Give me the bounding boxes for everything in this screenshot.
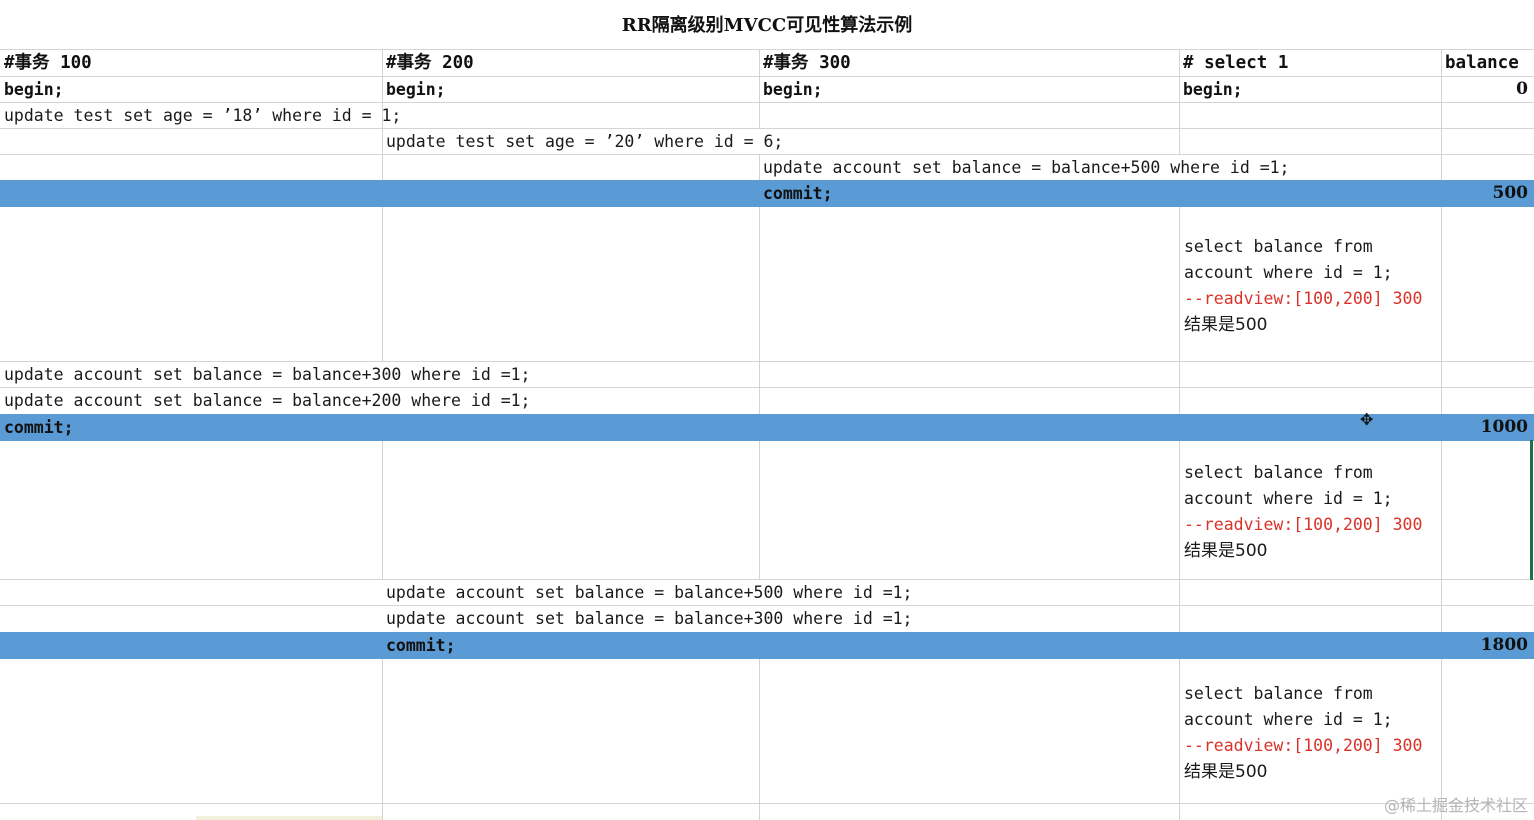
commit-band-t200 xyxy=(0,632,1534,659)
grid-col-line xyxy=(1441,441,1442,632)
grid-col-line xyxy=(759,659,760,820)
stmt-t100-commit[interactable]: commit; xyxy=(0,414,382,440)
stmt-t300-update-account[interactable]: update account set balance = balance+500… xyxy=(759,154,1441,180)
header-select[interactable]: # select 1 xyxy=(1179,50,1441,76)
select-sql-line: select balance from xyxy=(1184,684,1373,703)
select-block-2[interactable]: select balance from account where id = 1… xyxy=(1180,460,1440,564)
stmt-t100-update-test[interactable]: update test set age = ’18’ where id = 1; xyxy=(0,102,759,128)
select-sql-line: account where id = 1; xyxy=(1184,263,1393,282)
readview-comment: --readview:[100,200] 300 xyxy=(1184,515,1423,534)
select-block-1[interactable]: select balance from account where id = 1… xyxy=(1180,234,1440,338)
sheet-title: RR隔离级别MVCC可见性算法示例 xyxy=(0,0,1534,50)
select-sql-line: select balance from xyxy=(1184,463,1373,482)
select-sql-line: account where id = 1; xyxy=(1184,710,1393,729)
balance-cell-after-t100[interactable]: 1000 xyxy=(1441,414,1534,440)
header-txn-300[interactable]: #事务 300 xyxy=(759,50,1179,76)
move-cursor-icon: ✥ xyxy=(1360,410,1374,429)
begin-cell-t200[interactable]: begin; xyxy=(382,76,759,102)
grid-col-line xyxy=(382,659,383,820)
stmt-t200-update-test[interactable]: update test set age = ’20’ where id = 6; xyxy=(382,128,1179,154)
header-balance[interactable]: balance xyxy=(1441,50,1534,76)
spreadsheet: RR隔离级别MVCC可见性算法示例 #事务 100 #事务 200 #事务 30… xyxy=(0,0,1534,820)
stmt-t100-update-200[interactable]: update account set balance = balance+200… xyxy=(0,387,759,413)
balance-cell-after-t300[interactable]: 500 xyxy=(1441,180,1534,206)
select-sql-line: account where id = 1; xyxy=(1184,489,1393,508)
select-block-3[interactable]: select balance from account where id = 1… xyxy=(1180,681,1440,785)
grid-col-line xyxy=(759,207,760,414)
balance-cell-initial[interactable]: 0 xyxy=(1441,76,1534,102)
grid-col-line xyxy=(382,207,383,361)
stmt-t200-update-500[interactable]: update account set balance = balance+500… xyxy=(382,579,1179,605)
header-txn-100[interactable]: #事务 100 xyxy=(0,50,382,76)
select-result: 结果是500 xyxy=(1184,315,1268,335)
grid-col-line xyxy=(382,441,383,579)
select-result: 结果是500 xyxy=(1184,541,1268,561)
stmt-t200-commit[interactable]: commit; xyxy=(382,632,759,658)
grid-row-line xyxy=(0,803,1534,804)
grid-col-line xyxy=(759,441,760,579)
stmt-t300-commit[interactable]: commit; xyxy=(759,180,1179,206)
begin-cell-select[interactable]: begin; xyxy=(1179,76,1441,102)
readview-comment: --readview:[100,200] 300 xyxy=(1184,289,1423,308)
header-txn-200[interactable]: #事务 200 xyxy=(382,50,759,76)
select-result: 结果是500 xyxy=(1184,762,1268,782)
stmt-t200-update-300[interactable]: update account set balance = balance+300… xyxy=(382,605,1179,631)
readview-comment: --readview:[100,200] 300 xyxy=(1184,736,1423,755)
begin-cell-t100[interactable]: begin; xyxy=(0,76,382,102)
watermark: @稀土掘金技术社区 xyxy=(1383,796,1528,815)
begin-cell-t300[interactable]: begin; xyxy=(759,76,1179,102)
bottom-strip xyxy=(196,816,382,820)
select-sql-line: select balance from xyxy=(1184,237,1373,256)
balance-cell-after-t200[interactable]: 1800 xyxy=(1441,632,1534,658)
stmt-t100-update-300[interactable]: update account set balance = balance+300… xyxy=(0,361,759,387)
grid-col-line xyxy=(1441,207,1442,414)
cell-selection-marker xyxy=(1530,440,1533,580)
